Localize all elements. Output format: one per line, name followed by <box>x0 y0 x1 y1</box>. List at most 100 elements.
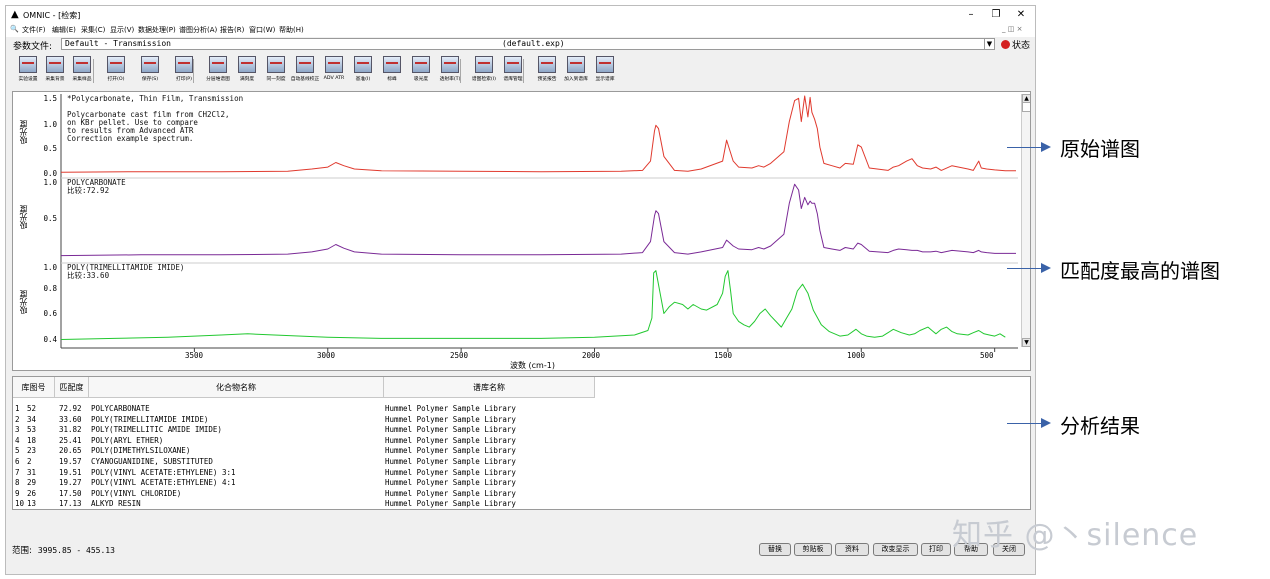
x-tick-label: 500 <box>980 351 994 360</box>
pane3-ytick: 0.6 <box>43 309 57 318</box>
search-results-table: 库图号 匹配度 化合物名称 谱库名称 1 52 72.92 POLYCARBONATE… <box>12 376 1031 510</box>
x-tick-label: 1500 <box>714 351 733 360</box>
info-button[interactable]: 资料 <box>835 543 869 556</box>
title-bar: ▲ OMNIC - [检索] – ❐ ✕ <box>6 6 1035 24</box>
row-number: 6 <box>15 457 20 466</box>
library-index-cell: 13 <box>27 499 37 509</box>
pane3-ytick: 0.8 <box>43 284 57 293</box>
pane2-header: POLYCARBONATE 比较:72.92 <box>67 178 126 195</box>
parameter-file-row: 参数文件: Default - Transmission (default.ex… <box>9 38 1031 52</box>
table-row[interactable]: 4 18 25.41 POLY(ARYL ETHER) Hummel Polymer S… <box>13 436 593 445</box>
pane3-ytick: 0.4 <box>43 335 57 344</box>
menu-edit[interactable]: 编辑(E) <box>52 25 76 35</box>
col-header-library-index[interactable]: 库图号 <box>13 377 55 398</box>
pane3-ylabel: 吸光度 <box>19 290 28 314</box>
spectrum-line-3[interactable] <box>60 270 1006 340</box>
spectrum-line-2[interactable] <box>60 183 1016 257</box>
table-row[interactable]: 5 23 20.65 POLY(DIMETHYLSILOXANE) Hummel Pol… <box>13 446 593 455</box>
scroll-down-icon[interactable]: ▼ <box>1022 338 1030 347</box>
search-icon[interactable]: 🔍 <box>10 25 19 33</box>
table-row[interactable]: 10 13 17.13 ALKYD RESIN Hummel Polymer Sampl… <box>13 499 593 508</box>
x-tick-label: 2000 <box>582 351 601 360</box>
toolbar-button-save[interactable]: 保存(S) <box>133 56 167 86</box>
library-manager-icon <box>504 56 522 73</box>
table-row[interactable]: 3 53 31.82 POLY(TRIMELLITIC AMIDE IMIDE) Hum… <box>13 425 593 434</box>
toolbar-separator <box>523 59 524 83</box>
toolbar-label: 显示谱库 <box>595 76 615 82</box>
table-row[interactable]: 9 26 17.50 POLY(VINYL CHLORIDE) Hummel Polym… <box>13 489 593 498</box>
add-to-library-icon <box>567 56 585 73</box>
table-row[interactable]: 8 29 19.27 POLY(VINYL ACETATE:ETHYLENE) 4:1… <box>13 478 593 487</box>
window-title: OMNIC - [检索] <box>23 11 81 20</box>
menu-collect[interactable]: 采集(C) <box>81 25 105 35</box>
menu-file[interactable]: 文件(F) <box>22 25 46 35</box>
compound-name-cell: CYANOGUANIDINE, SUBSTITUTED <box>91 457 213 466</box>
watermark: 知乎 @丶silence <box>952 518 1199 553</box>
library-index-cell: 26 <box>27 488 37 498</box>
pane2-ytick: 0.5 <box>43 214 57 223</box>
match-cell: 17.13 <box>59 499 82 509</box>
toolbar-button-library-manager[interactable]: 谱库管理 <box>496 56 530 86</box>
toolbar-separator <box>460 59 461 83</box>
range-value: 3995.85 - 455.13 <box>37 546 115 555</box>
clipboard-button[interactable]: 剪贴板 <box>794 543 832 556</box>
param-select[interactable]: Default - Transmission (default.exp) ▼ <box>61 38 995 50</box>
library-name-cell: Hummel Polymer Sample Library <box>385 488 516 498</box>
toolbar-button-show-library[interactable]: 显示谱库 <box>588 56 622 86</box>
open-icon <box>107 56 125 73</box>
spectra-scrollbar[interactable]: ▲ ▼ <box>1021 94 1030 347</box>
match-cell: 19.57 <box>59 457 82 466</box>
col-header-library[interactable]: 谱库名称 <box>384 377 595 398</box>
baseline-icon <box>354 56 372 73</box>
compound-name-cell: POLY(TRIMELLITAMIDE IMIDE) <box>91 414 209 424</box>
match-cell: 33.60 <box>59 414 82 424</box>
col-header-compound[interactable]: 化合物名称 <box>89 377 384 398</box>
library-index-cell: 18 <box>27 435 37 445</box>
toolbar-label: 打开(O) <box>107 76 125 82</box>
close-button[interactable]: ✕ <box>1009 8 1033 22</box>
toolbar-separator <box>93 59 94 83</box>
restore-button[interactable]: ❐ <box>984 8 1008 22</box>
library-name-cell: Hummel Polymer Sample Library <box>385 435 516 445</box>
menu-view[interactable]: 显示(V) <box>110 25 134 35</box>
pane2-ytick: 1.0 <box>43 178 57 187</box>
table-row[interactable]: 1 52 72.92 POLYCARBONATE Hummel Polymer Samp… <box>13 404 593 413</box>
table-row[interactable]: 2 34 33.60 POLY(TRIMELLITAMIDE IMIDE) Hummel… <box>13 415 593 424</box>
row-number: 10 <box>15 499 25 509</box>
minimize-button[interactable]: – <box>959 8 983 22</box>
col-header-match[interactable]: 匹配度 <box>55 377 89 398</box>
toolbar-button-print[interactable]: 打印(P) <box>167 56 201 86</box>
toolbar-button-transmittance[interactable]: 透射率(T) <box>433 56 467 86</box>
toolbar-button-open[interactable]: 打开(O) <box>99 56 133 86</box>
status-label: 状态 <box>1012 41 1031 51</box>
status-indicator[interactable]: 状态 <box>1001 38 1030 51</box>
menu-analyze[interactable]: 谱图分析(A) <box>179 25 217 35</box>
x-tick-label: 3000 <box>317 351 336 360</box>
library-index-cell: 29 <box>27 478 37 488</box>
menu-bar: 🔍 文件(F) 编辑(E) 采集(C) 显示(V) 数据处理(P) 谱图分析(A… <box>6 24 1035 37</box>
match-cell: 17.50 <box>59 488 82 498</box>
table-row[interactable]: 7 31 19.51 POLY(VINYL ACETATE:ETHYLENE) 3:1… <box>13 468 593 477</box>
print-button[interactable]: 打印 <box>921 543 951 556</box>
annotation-original: 原始谱图 <box>1060 137 1140 161</box>
chevron-down-icon[interactable]: ▼ <box>984 39 994 49</box>
replace-button[interactable]: 替换 <box>759 543 791 556</box>
row-number: 5 <box>15 446 20 456</box>
library-name-cell: Hummel Polymer Sample Library <box>385 414 516 424</box>
library-index-cell: 34 <box>27 414 37 424</box>
menu-report[interactable]: 报告(R) <box>220 25 244 35</box>
library-index-cell: 53 <box>27 425 37 435</box>
change-display-button[interactable]: 改变显示 <box>873 543 918 556</box>
pane3-ytick: 1.0 <box>43 263 57 272</box>
pane1-ytick: 0.5 <box>43 144 57 153</box>
menu-window[interactable]: 窗口(W) <box>249 25 275 35</box>
table-row[interactable]: 6 2 19.57 CYANOGUANIDINE, SUBSTITUTED Hummel… <box>13 457 593 466</box>
menu-process[interactable]: 数据处理(P) <box>138 25 176 35</box>
param-experiment: (default.exp) <box>502 39 565 48</box>
match-cell: 20.65 <box>59 446 82 456</box>
scroll-thumb[interactable] <box>1022 102 1030 112</box>
preview-report-icon <box>538 56 556 73</box>
menu-help[interactable]: 帮助(H) <box>279 25 304 35</box>
x-axis-label: 波数 (cm-1) <box>510 361 555 370</box>
mdi-controls[interactable]: _ ◫ × <box>1002 25 1022 33</box>
